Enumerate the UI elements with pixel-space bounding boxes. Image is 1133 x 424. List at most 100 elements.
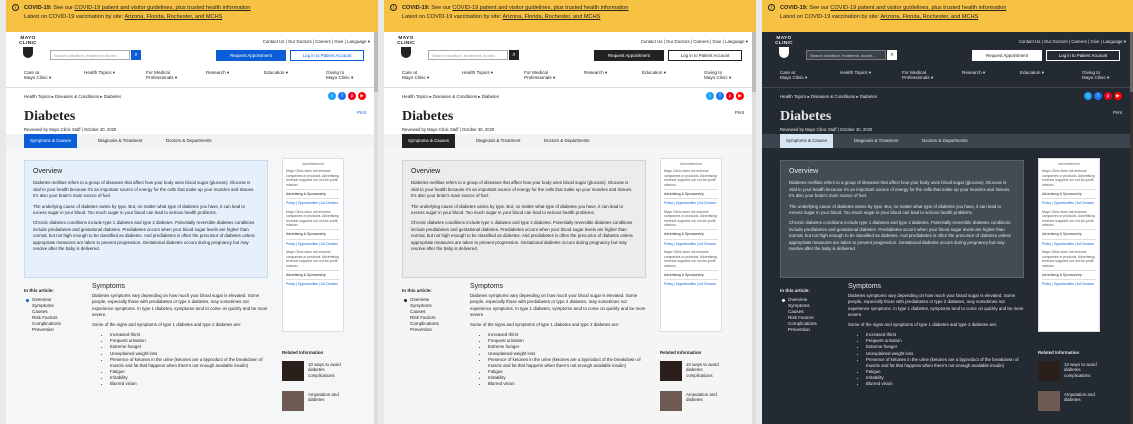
nav-care[interactable]: Care at Mayo Clinic ▾ [402,70,429,80]
covid-sites-link[interactable]: Arizona, Florida, Rochester, and MCHS [502,14,600,20]
related-link[interactable]: 10 ways to avoid diabetes complications [686,362,726,379]
ad-sponsor[interactable]: Advertising & Sponsorship [286,192,340,196]
nav-research[interactable]: Research ▾ [962,70,985,75]
tab-symptoms-causes[interactable]: Symptoms & Causes [24,134,77,148]
mayo-logo[interactable]: MAYO CLINIC [774,36,794,58]
youtube-icon[interactable]: ▶ [1114,92,1122,100]
ad-links[interactable]: Policy | Opportunities | Ad Choices [664,242,718,246]
nav-professionals[interactable]: For Medical Professionals ▾ [146,70,177,80]
twitter-icon[interactable]: t [706,92,714,100]
nav-education[interactable]: Education ▾ [1020,70,1044,75]
request-appointment-button[interactable]: Request Appointment [216,50,286,61]
tab-doctors-departments[interactable]: Doctors & Departments [160,134,218,148]
ad-sponsor[interactable]: Advertising & Sponsorship [664,232,718,236]
related-link[interactable]: Amputation and diabetes [686,392,726,403]
request-appointment-button[interactable]: Request Appointment [594,50,664,61]
nav-giving[interactable]: Giving to Mayo Clinic ▾ [326,70,353,80]
nav-giving[interactable]: Giving to Mayo Clinic ▾ [704,70,731,80]
covid-guidelines-link[interactable]: COVID-19 patient and visitor guidelines,… [452,5,628,11]
nav-professionals[interactable]: For Medical Professionals ▾ [524,70,555,80]
print-link[interactable]: Print [1113,110,1122,115]
pinterest-icon[interactable]: p [1104,92,1112,100]
login-button[interactable]: Log in to Patient Account [668,50,742,61]
nav-health-topics[interactable]: Health Topics ▾ [840,70,871,75]
login-button[interactable]: Log in to Patient Account [290,50,364,61]
ad-links[interactable]: Policy | Opportunities | Ad Choices [1042,201,1096,205]
related-item[interactable]: Amputation and diabetes [1038,390,1104,417]
ad-links[interactable]: Policy | Opportunities | Ad Choices [1042,282,1096,286]
facebook-icon[interactable]: f [338,92,346,100]
youtube-icon[interactable]: ▶ [358,92,366,100]
utility-links[interactable]: Contact Us | Our Doctors | Careers | Giv… [263,39,370,45]
related-item[interactable]: 10 ways to avoid diabetes complications [660,360,726,387]
search-input[interactable]: Search condition, treatment, doctor... [50,50,130,60]
facebook-icon[interactable]: f [1094,92,1102,100]
tab-symptoms-causes[interactable]: Symptoms & Causes [780,134,833,148]
ad-sponsor[interactable]: Advertising & Sponsorship [1042,232,1096,236]
nav-education[interactable]: Education ▾ [642,70,666,75]
tab-diagnosis-treatment[interactable]: Diagnosis & Treatment [848,134,904,148]
ad-sponsor[interactable]: Advertising & Sponsorship [664,192,718,196]
twitter-icon[interactable]: t [1084,92,1092,100]
scrollbar-thumb[interactable] [752,32,756,92]
mayo-logo[interactable]: MAYO CLINIC [396,36,416,58]
nav-research[interactable]: Research ▾ [584,70,607,75]
search-icon[interactable]: ⌕ [131,50,141,60]
scrollbar[interactable] [374,32,378,424]
print-link[interactable]: Print [735,110,744,115]
toc-item[interactable]: Prevention [32,327,61,333]
nav-research[interactable]: Research ▾ [206,70,229,75]
breadcrumb[interactable]: Health Topics ▸ Diseases & Conditions ▸ … [24,94,121,100]
nav-care[interactable]: Care at Mayo Clinic ▾ [780,70,807,80]
related-item[interactable]: Amputation and diabetes [282,390,348,417]
breadcrumb[interactable]: Health Topics ▸ Diseases & Conditions ▸ … [402,94,499,100]
pinterest-icon[interactable]: p [348,92,356,100]
youtube-icon[interactable]: ▶ [736,92,744,100]
nav-giving[interactable]: Giving to Mayo Clinic ▾ [1082,70,1109,80]
scrollbar-thumb[interactable] [374,32,378,92]
utility-links[interactable]: Contact Us | Our Doctors | Careers | Giv… [641,39,748,45]
ad-sponsor[interactable]: Advertising & Sponsorship [286,273,340,277]
covid-guidelines-link[interactable]: COVID-19 patient and visitor guidelines,… [74,5,250,11]
related-link[interactable]: Amputation and diabetes [308,392,348,403]
ad-sponsor[interactable]: Advertising & Sponsorship [664,273,718,277]
ad-links[interactable]: Policy | Opportunities | Ad Choices [664,201,718,205]
pinterest-icon[interactable]: p [726,92,734,100]
facebook-icon[interactable]: f [716,92,724,100]
login-button[interactable]: Log in to Patient Account [1046,50,1120,61]
print-link[interactable]: Print [357,110,366,115]
toc-item[interactable]: Prevention [410,327,439,333]
scrollbar[interactable] [752,32,756,424]
related-item[interactable]: 10 ways to avoid diabetes complications [1038,360,1104,387]
ad-links[interactable]: Policy | Opportunities | Ad Choices [286,242,340,246]
search-icon[interactable]: ⌕ [509,50,519,60]
utility-links[interactable]: Contact Us | Our Doctors | Careers | Giv… [1019,39,1126,45]
search-input[interactable]: Search condition, treatment, doctor... [806,50,886,60]
related-link[interactable]: 10 ways to avoid diabetes complications [308,362,348,379]
ad-sponsor[interactable]: Advertising & Sponsorship [1042,273,1096,277]
related-item[interactable]: 10 ways to avoid diabetes complications [282,360,348,387]
nav-education[interactable]: Education ▾ [264,70,288,75]
request-appointment-button[interactable]: Request Appointment [972,50,1042,61]
tab-doctors-departments[interactable]: Doctors & Departments [538,134,596,148]
toc-item[interactable]: Prevention [788,327,817,333]
related-item[interactable]: Amputation and diabetes [660,390,726,417]
related-link[interactable]: Amputation and diabetes [1064,392,1104,403]
ad-links[interactable]: Policy | Opportunities | Ad Choices [664,282,718,286]
tab-symptoms-causes[interactable]: Symptoms & Causes [402,134,455,148]
search-icon[interactable]: ⌕ [887,50,897,60]
ad-links[interactable]: Policy | Opportunities | Ad Choices [1042,242,1096,246]
tab-diagnosis-treatment[interactable]: Diagnosis & Treatment [92,134,148,148]
twitter-icon[interactable]: t [328,92,336,100]
nav-health-topics[interactable]: Health Topics ▾ [462,70,493,75]
mayo-logo[interactable]: MAYO CLINIC [18,36,38,58]
covid-sites-link[interactable]: Arizona, Florida, Rochester, and MCHS [124,14,222,20]
ad-sponsor[interactable]: Advertising & Sponsorship [286,232,340,236]
tab-doctors-departments[interactable]: Doctors & Departments [916,134,974,148]
nav-professionals[interactable]: For Medical Professionals ▾ [902,70,933,80]
covid-guidelines-link[interactable]: COVID-19 patient and visitor guidelines,… [830,5,1006,11]
covid-sites-link[interactable]: Arizona, Florida, Rochester, and MCHS [880,14,978,20]
nav-health-topics[interactable]: Health Topics ▾ [84,70,115,75]
search-input[interactable]: Search condition, treatment, doctor... [428,50,508,60]
related-link[interactable]: 10 ways to avoid diabetes complications [1064,362,1104,379]
